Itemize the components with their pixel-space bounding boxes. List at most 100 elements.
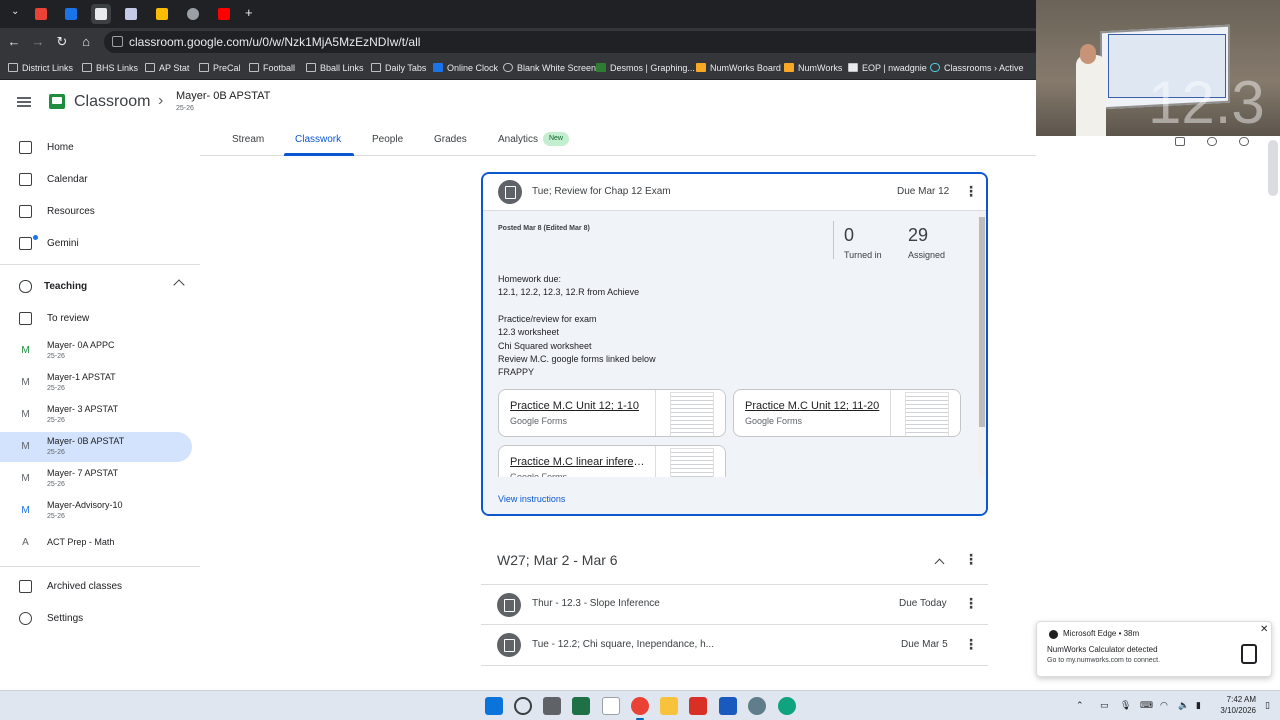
volume-icon[interactable]: 🔈 — [1178, 700, 1189, 711]
app-name[interactable]: Classroom — [74, 93, 150, 111]
bookmark-bball-links[interactable]: Bball Links — [306, 61, 364, 75]
bookmark-district-links[interactable]: District Links — [8, 61, 73, 75]
classroom-logo-icon[interactable] — [49, 94, 65, 109]
bookmark-football[interactable]: Football — [249, 61, 295, 75]
sidebar-item-archived[interactable]: Archived classes — [0, 572, 192, 602]
microphone-icon[interactable]: 🎙 — [1120, 700, 1131, 711]
battery-icon[interactable]: ▮ — [1196, 700, 1201, 711]
windows-start-icon[interactable] — [485, 697, 503, 715]
bookmark-eop[interactable]: EOP | nwadgnie — [848, 61, 927, 75]
classwork-item[interactable]: Thur - 12.3 - Slope Inference Due Today — [481, 585, 988, 624]
tab-analytics[interactable]: Analytics — [498, 134, 538, 145]
bookmark-desmos[interactable]: Desmos | Graphing... — [596, 61, 695, 75]
chrome-icon[interactable] — [631, 697, 649, 715]
calendar-icon[interactable] — [1175, 137, 1185, 146]
bookmark-online-clock[interactable]: Online Clock — [433, 61, 498, 75]
site-info-icon[interactable] — [112, 36, 123, 47]
sidebar-class-item[interactable]: M Mayer- 3 APSTAT 25-26 — [0, 400, 192, 430]
reload-button[interactable]: ↻ — [54, 34, 70, 50]
sidebar-class-item-active[interactable]: M Mayer- 0B APSTAT 25-26 — [0, 432, 192, 462]
sidebar-item-settings[interactable]: Settings — [0, 604, 192, 634]
snipping-tool-icon[interactable] — [689, 697, 707, 715]
tac-icon — [65, 8, 77, 20]
chevron-up-icon[interactable] — [934, 558, 945, 569]
sidebar-section-teaching[interactable]: Teaching — [0, 272, 192, 302]
material-attachment[interactable]: Practice M.C linear inference Google For… — [498, 445, 726, 477]
bookmark-numworks-board[interactable]: NumWorks Board — [696, 61, 781, 75]
sidebar-item-resources[interactable]: Resources — [0, 197, 192, 227]
browser-tab-tac[interactable] — [61, 4, 81, 24]
bookmark-blank-white-screen[interactable]: Blank White Screen — [503, 61, 596, 75]
browser-tab-gmail[interactable] — [31, 4, 51, 24]
chevron-up-icon[interactable]: ⌃ — [1076, 700, 1084, 711]
browser-tab-drive[interactable] — [152, 4, 172, 24]
chevron-up-icon[interactable] — [173, 279, 185, 291]
sidebar-item-home[interactable]: Home — [0, 133, 192, 163]
forward-button[interactable]: → — [30, 34, 46, 50]
bookmark-ap-stat[interactable]: AP Stat — [145, 61, 189, 75]
sidebar-class-item[interactable]: M Mayer- 0A APPC 25-26 — [0, 336, 192, 366]
edge-app-icon[interactable] — [778, 697, 796, 715]
assignment-card-expanded[interactable]: Tue; Review for Chap 12 Exam Due Mar 12 … — [481, 172, 988, 516]
sidebar-item-calendar[interactable]: Calendar — [0, 165, 192, 195]
more-options-icon[interactable] — [964, 636, 978, 653]
address-bar[interactable]: classroom.google.com/u/0/w/Nzk1MjA5MzEzN… — [104, 31, 1044, 53]
tab-people[interactable]: People — [372, 134, 403, 145]
sidebar-item-gemini[interactable]: Gemini — [0, 229, 192, 259]
close-icon[interactable]: ✕ — [1260, 624, 1268, 635]
notifications-icon[interactable]: ▯ — [1265, 700, 1270, 711]
system-clock[interactable]: 7:42 AM 3/10/2026 — [1212, 694, 1256, 716]
task-view-icon[interactable] — [543, 697, 561, 715]
tab-list-button[interactable]: ⌄ — [6, 4, 26, 24]
material-attachment[interactable]: Practice M.C Unit 12; 11-20 Google Forms — [733, 389, 961, 437]
more-options-icon[interactable] — [964, 183, 978, 200]
browser-tab-classroom[interactable] — [91, 4, 111, 24]
tab-classwork[interactable]: Classwork — [295, 134, 341, 145]
sidebar-class-item[interactable]: A ACT Prep - Math — [0, 528, 192, 558]
sidebar-class-item[interactable]: M Mayer-1 APSTAT 25-26 — [0, 368, 192, 398]
bookmark-classrooms-active[interactable]: Classrooms › Active — [930, 61, 1024, 75]
assigned-count[interactable]: 29 — [908, 225, 928, 246]
edge-notification[interactable]: Microsoft Edge • 38m ✕ NumWorks Calculat… — [1036, 621, 1272, 677]
turned-in-count[interactable]: 0 — [844, 225, 854, 246]
bookmark-precal[interactable]: PreCal — [199, 61, 241, 75]
assignment-header[interactable]: Tue; Review for Chap 12 Exam Due Mar 12 — [483, 174, 986, 210]
search-icon[interactable] — [514, 697, 532, 715]
sidebar-class-item[interactable]: M Mayer- 7 APSTAT 25-26 — [0, 464, 192, 494]
bookmark-daily-tabs[interactable]: Daily Tabs — [371, 61, 426, 75]
tab-stream[interactable]: Stream — [232, 134, 264, 145]
wifi-icon[interactable]: ◠ — [1160, 700, 1168, 711]
word-icon[interactable] — [719, 697, 737, 715]
scrollbar-thumb[interactable] — [979, 217, 985, 427]
file-explorer-icon[interactable] — [660, 697, 678, 715]
gmail-icon — [35, 8, 47, 20]
menu-icon[interactable] — [17, 97, 31, 107]
classwork-item[interactable]: Tue - 12.2; Chi square, Inependance, h..… — [481, 625, 988, 665]
onedrive-icon[interactable]: ▭ — [1100, 700, 1109, 711]
back-button[interactable]: ← — [6, 34, 22, 50]
gear-icon[interactable] — [1239, 137, 1249, 146]
whiteboard-app-icon[interactable] — [602, 697, 620, 715]
eop-icon — [848, 63, 858, 72]
keyboard-icon[interactable]: ⌨ — [1140, 700, 1153, 711]
material-attachment[interactable]: Practice M.C Unit 12; 1-10 Google Forms — [498, 389, 726, 437]
sidebar-class-item[interactable]: M Mayer-Advisory-10 25-26 — [0, 496, 192, 526]
tab-grades[interactable]: Grades — [434, 134, 467, 145]
browser-tab-6[interactable] — [183, 4, 203, 24]
more-options-icon[interactable] — [964, 551, 978, 568]
bookmark-bhs-links[interactable]: BHS Links — [82, 61, 138, 75]
new-tab-button[interactable]: + — [240, 4, 260, 24]
more-options-icon[interactable] — [964, 595, 978, 612]
assignment-scroll-area[interactable]: Posted Mar 8 (Edited Mar 8) 0 Turned in … — [483, 211, 986, 477]
excel-icon[interactable] — [572, 697, 590, 715]
drive-icon[interactable] — [1207, 137, 1217, 146]
browser-tab-youtube[interactable] — [214, 4, 234, 24]
scrollbar[interactable] — [978, 211, 986, 477]
browser-tab-4[interactable] — [121, 4, 141, 24]
bookmark-numworks[interactable]: NumWorks — [784, 61, 842, 75]
settings-app-icon[interactable] — [748, 697, 766, 715]
home-button[interactable]: ⌂ — [78, 34, 94, 50]
page-scrollbar-thumb[interactable] — [1268, 140, 1278, 196]
sidebar-item-to-review[interactable]: To review — [0, 304, 192, 334]
view-instructions-link[interactable]: View instructions — [498, 494, 565, 504]
